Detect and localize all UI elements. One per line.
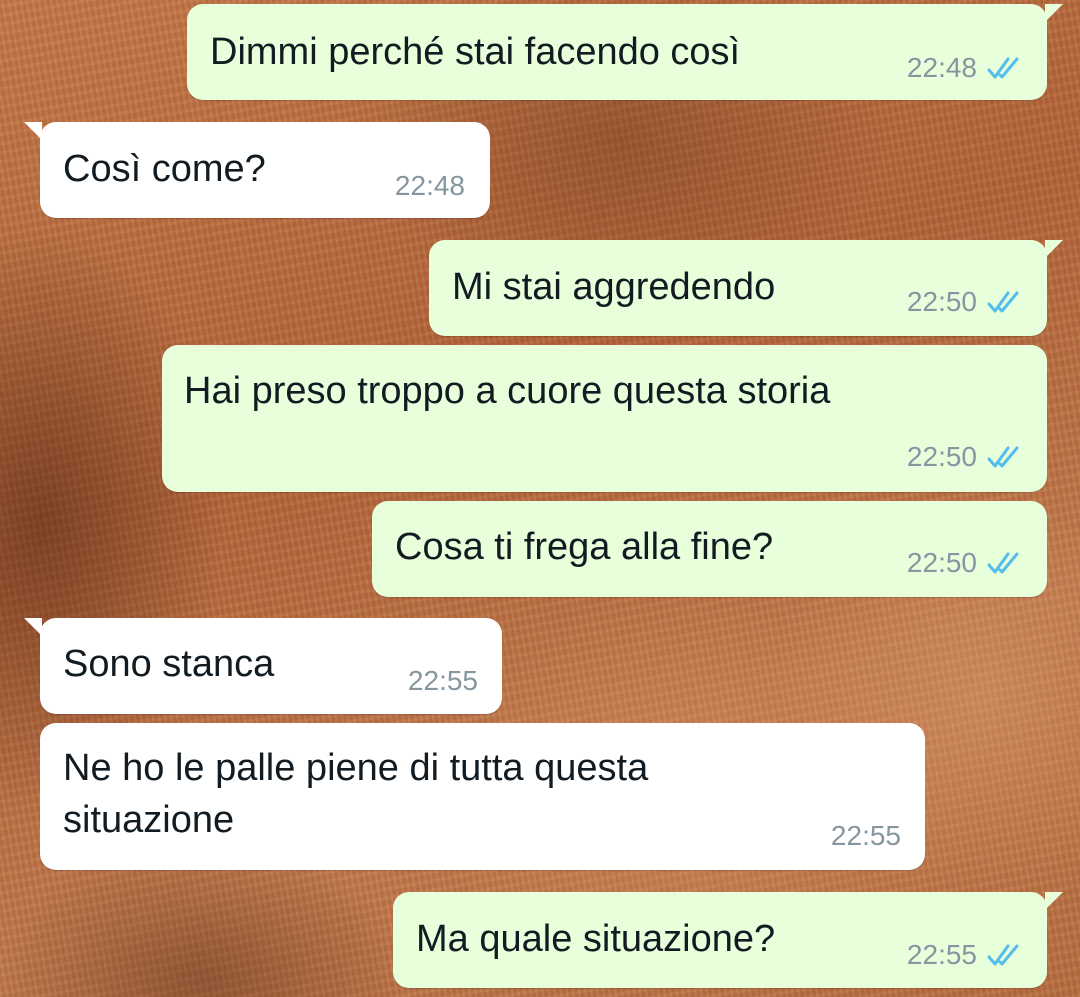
message-outgoing[interactable]: Dimmi perché stai facendo così 22:48 — [187, 4, 1063, 100]
message-text: Ma quale situazione? — [416, 918, 776, 960]
message-outgoing[interactable]: Mi stai aggredendo 22:50 — [429, 240, 1063, 336]
double-check-icon — [987, 291, 1019, 313]
message-incoming[interactable]: Sono stanca 22:55 — [24, 618, 502, 714]
message-text-line-1: Ne ho le palle piene di tutta questa — [63, 747, 649, 789]
message-meta: 22:48 — [395, 170, 465, 202]
message-time: 22:48 — [906, 52, 977, 83]
message-text: Sono stanca — [63, 643, 275, 685]
message-time: 22:55 — [830, 820, 901, 851]
double-check-icon — [987, 552, 1019, 574]
message-meta: 22:55 — [408, 665, 478, 697]
message-time: 22:48 — [394, 170, 465, 201]
message-time: 22:55 — [906, 939, 977, 970]
message-text: Hai preso troppo a cuore questa storia — [184, 370, 831, 412]
message-incoming[interactable]: Ne ho le palle piene di tutta questa sit… — [40, 723, 925, 870]
message-meta: 22:48 — [907, 52, 1025, 84]
message-outgoing[interactable]: Ma quale situazione? 22:55 — [393, 892, 1063, 988]
bubble-tail — [24, 122, 42, 140]
bubble-tail — [1045, 4, 1063, 22]
message-time: 22:50 — [906, 441, 977, 472]
chat-area: Dimmi perché stai facendo così 22:48 Cos… — [0, 0, 1080, 997]
bubble-tail — [24, 618, 42, 636]
message-text: Così come? — [63, 148, 266, 190]
message-meta: 22:50 — [907, 547, 1025, 579]
message-meta: 22:50 — [907, 441, 1025, 473]
message-text: Dimmi perché stai facendo così — [210, 31, 741, 73]
message-text-line-2: situazione — [63, 799, 235, 841]
bubble-tail — [1045, 892, 1063, 910]
double-check-icon — [987, 446, 1019, 468]
message-meta: 22:55 — [831, 820, 901, 852]
message-meta: 22:50 — [907, 286, 1025, 318]
message-time: 22:55 — [407, 665, 478, 696]
message-text: Cosa ti frega alla fine? — [395, 526, 774, 568]
message-text: Mi stai aggredendo — [452, 266, 776, 308]
message-outgoing[interactable]: Cosa ti frega alla fine? 22:50 — [372, 501, 1047, 597]
message-incoming[interactable]: Così come? 22:48 — [24, 122, 490, 218]
message-meta: 22:55 — [907, 939, 1025, 971]
double-check-icon — [987, 57, 1019, 79]
bubble-tail — [1045, 240, 1063, 258]
message-outgoing[interactable]: Hai preso troppo a cuore questa storia 2… — [162, 345, 1047, 492]
double-check-icon — [987, 944, 1019, 966]
message-time: 22:50 — [906, 547, 977, 578]
message-time: 22:50 — [906, 286, 977, 317]
